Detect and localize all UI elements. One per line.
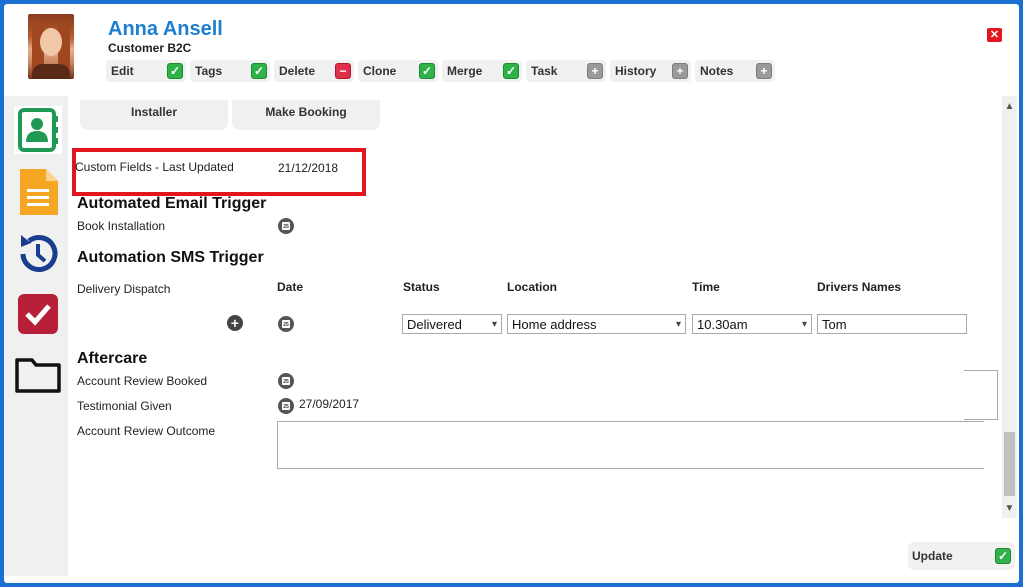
clone-label: Clone xyxy=(363,64,397,78)
notes-label: Notes xyxy=(700,64,734,78)
account-review-calendar-icon[interactable]: 25 xyxy=(278,373,294,389)
testimonial-given-label: Testimonial Given xyxy=(77,399,172,413)
plus-icon: + xyxy=(672,63,688,79)
nav-contact[interactable] xyxy=(14,106,62,154)
scroll-up-icon[interactable]: ▲ xyxy=(1002,98,1017,114)
delete-button[interactable]: Delete − xyxy=(274,60,354,82)
edit-label: Edit xyxy=(111,64,134,78)
delete-label: Delete xyxy=(279,64,316,78)
drivers-name-value: Tom xyxy=(822,316,847,332)
nav-tasks[interactable] xyxy=(14,290,62,338)
book-installation-calendar-icon[interactable]: 25 xyxy=(278,218,294,234)
email-trigger-title: Automated Email Trigger xyxy=(77,195,267,212)
nav-files[interactable] xyxy=(14,350,62,398)
status-value: Delivered xyxy=(407,316,462,332)
side-textarea-edge[interactable] xyxy=(964,370,998,420)
time-select[interactable]: 10.30am ▾ xyxy=(692,314,812,334)
folder-icon xyxy=(15,358,61,393)
plus-icon: + xyxy=(587,63,603,79)
tags-label: Tags xyxy=(195,64,223,78)
check-icon: ✓ xyxy=(995,548,1011,564)
contact-type: Customer B2C xyxy=(108,41,192,55)
dispatch-date-calendar-icon[interactable]: 25 xyxy=(278,316,294,332)
check-icon: ✓ xyxy=(503,63,519,79)
custom-fields-label: Custom Fields - Last Updated xyxy=(75,160,234,174)
location-select[interactable]: Home address ▾ xyxy=(507,314,686,334)
account-review-outcome-label: Account Review Outcome xyxy=(77,424,216,438)
col-drivers-names: Drivers Names xyxy=(817,280,902,294)
account-review-booked-label: Account Review Booked xyxy=(77,374,208,388)
custom-fields-date: 21/12/2018 xyxy=(278,161,339,175)
scroll-down-icon[interactable]: ▼ xyxy=(1002,500,1017,516)
update-button[interactable]: Update ✓ xyxy=(908,542,1015,570)
delivery-dispatch-label: Delivery Dispatch xyxy=(77,282,171,296)
task-button[interactable]: Task + xyxy=(526,60,606,82)
scrollbar[interactable]: ▲ ▼ xyxy=(1002,96,1017,518)
edit-button[interactable]: Edit ✓ xyxy=(106,60,186,82)
col-date: Date xyxy=(277,280,304,294)
testimonial-calendar-icon[interactable]: 25 xyxy=(278,398,294,414)
add-row-icon[interactable]: + xyxy=(227,315,243,331)
col-location: Location xyxy=(507,280,557,294)
history-icon xyxy=(20,235,58,272)
chevron-down-icon: ▾ xyxy=(491,318,497,330)
contact-name: Anna Ansell xyxy=(108,18,223,40)
chevron-down-icon: ▾ xyxy=(801,318,807,330)
col-status: Status xyxy=(403,280,440,294)
time-value: 10.30am xyxy=(697,316,748,332)
tags-button[interactable]: Tags ✓ xyxy=(190,60,270,82)
history-label: History xyxy=(615,64,657,78)
contact-card-icon xyxy=(18,108,58,152)
close-icon: ✕ xyxy=(989,28,1000,41)
clone-button[interactable]: Clone ✓ xyxy=(358,60,438,82)
check-icon: ✓ xyxy=(419,63,435,79)
task-label: Task xyxy=(531,64,558,78)
testimonial-date: 27/09/2017 xyxy=(299,397,360,411)
close-button[interactable]: ✕ xyxy=(987,28,1002,42)
status-select[interactable]: Delivered ▾ xyxy=(402,314,502,334)
action-toolbar: Edit ✓ Tags ✓ Delete − Clone ✓ Merge ✓ T… xyxy=(106,60,775,82)
nav-history[interactable] xyxy=(14,230,62,278)
account-review-outcome-textarea[interactable] xyxy=(277,421,984,469)
document-icon xyxy=(20,169,58,215)
location-value: Home address xyxy=(512,316,597,332)
check-icon: ✓ xyxy=(167,63,183,79)
side-nav xyxy=(4,96,68,576)
aftercare-title: Aftercare xyxy=(77,350,148,367)
chevron-down-icon: ▾ xyxy=(675,318,681,330)
book-installation-label: Book Installation xyxy=(77,219,166,233)
history-button[interactable]: History + xyxy=(610,60,691,82)
tab-make-booking[interactable]: Make Booking xyxy=(232,100,380,130)
merge-button[interactable]: Merge ✓ xyxy=(442,60,522,82)
plus-icon: + xyxy=(756,63,772,79)
avatar xyxy=(28,14,74,79)
contact-window: Anna Ansell Customer B2C Edit ✓ Tags ✓ D… xyxy=(4,4,1019,583)
task-check-icon xyxy=(18,294,58,334)
update-label: Update xyxy=(912,549,953,563)
notes-button[interactable]: Notes + xyxy=(695,60,775,82)
tab-bar: Installer Make Booking xyxy=(80,100,380,130)
col-time: Time xyxy=(692,280,720,294)
merge-label: Merge xyxy=(447,64,483,78)
tab-installer[interactable]: Installer xyxy=(80,100,228,130)
scroll-thumb[interactable] xyxy=(1004,432,1015,496)
nav-documents[interactable] xyxy=(14,168,62,216)
sms-trigger-title: Automation SMS Trigger xyxy=(77,249,264,266)
check-icon: ✓ xyxy=(251,63,267,79)
drivers-name-input[interactable]: Tom xyxy=(817,314,967,334)
minus-icon: − xyxy=(335,63,351,79)
